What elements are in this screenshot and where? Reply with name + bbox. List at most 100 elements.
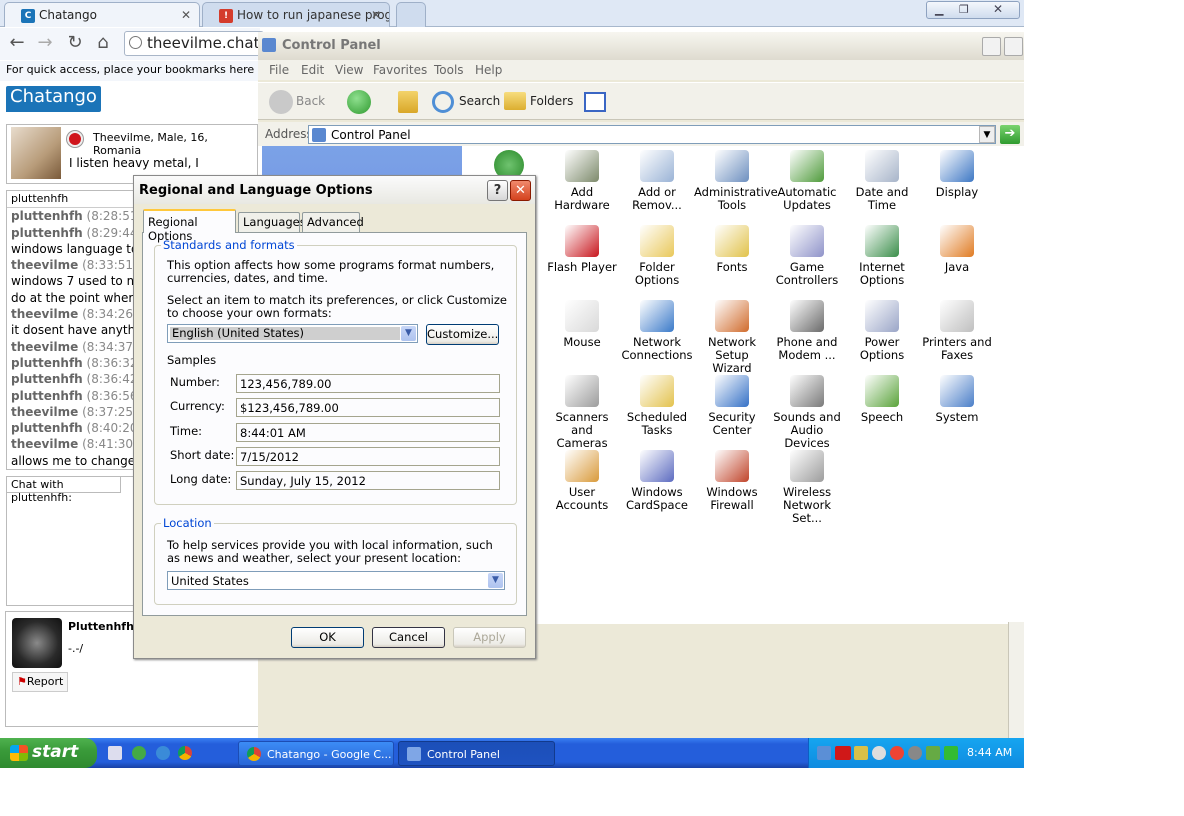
message-user[interactable]: theevilme: [11, 258, 78, 272]
cp-item[interactable]: Sounds and Audio Devices: [769, 375, 845, 450]
ati-tray-icon[interactable]: [835, 746, 851, 760]
folders-icon[interactable]: [504, 92, 526, 110]
tab-advanced[interactable]: Advanced: [302, 212, 364, 232]
apply-button[interactable]: Apply: [453, 627, 526, 648]
maximize-button[interactable]: [1004, 37, 1023, 56]
close-icon[interactable]: ✕: [371, 8, 381, 22]
cp-item[interactable]: Folder Options: [619, 225, 695, 287]
cp-item[interactable]: Fonts: [694, 225, 770, 274]
volume-tray-icon[interactable]: [908, 746, 922, 760]
cp-item[interactable]: Network Connections: [619, 300, 695, 362]
cp-item[interactable]: Windows CardSpace: [619, 450, 695, 512]
back-icon[interactable]: [269, 90, 293, 114]
cp-item[interactable]: Display: [919, 150, 995, 199]
go-arrow-icon[interactable]: ➔: [1000, 125, 1020, 144]
chevron-down-icon[interactable]: ▼: [401, 326, 416, 341]
tab-chatango[interactable]: C Chatango ✕: [4, 2, 200, 27]
minimize-icon[interactable]: ▁: [935, 3, 943, 16]
tab-regional-options[interactable]: Regional Options: [143, 209, 236, 243]
cp-item[interactable]: Add Hardware: [544, 150, 620, 212]
cp-item[interactable]: Printers and Faxes: [919, 300, 995, 362]
cp-item[interactable]: Security Center: [694, 375, 770, 437]
cp-item[interactable]: Automatic Updates: [769, 150, 845, 212]
menu-edit[interactable]: Edit: [301, 63, 324, 77]
up-folder-icon[interactable]: [398, 91, 418, 113]
chevron-down-icon[interactable]: ▼: [488, 573, 503, 588]
customize-button[interactable]: Customize...: [426, 324, 499, 345]
cp-item[interactable]: Phone and Modem ...: [769, 300, 845, 362]
cp-item[interactable]: Wireless Network Set...: [769, 450, 845, 525]
message-user[interactable]: theevilme: [11, 437, 78, 451]
format-select[interactable]: English (United States) ▼: [167, 324, 418, 343]
mail-tray-icon[interactable]: [854, 746, 868, 760]
help-icon[interactable]: ?: [487, 180, 508, 201]
cp-item[interactable]: Date and Time: [844, 150, 920, 212]
network-tray-icon[interactable]: [817, 746, 831, 760]
cp-item[interactable]: Administrative Tools: [694, 150, 778, 212]
back-arrow-icon[interactable]: ←: [6, 32, 28, 53]
forward-arrow-icon[interactable]: →: [34, 32, 56, 53]
cp-item[interactable]: Mouse: [544, 300, 620, 349]
address-field[interactable]: Control Panel: [308, 125, 996, 144]
forward-icon[interactable]: [347, 90, 371, 114]
message-user[interactable]: theevilme: [11, 405, 78, 419]
message-user[interactable]: pluttenhfh: [11, 356, 83, 370]
antivirus-tray-icon[interactable]: [890, 746, 904, 760]
address-dropdown-icon[interactable]: ▼: [979, 126, 995, 143]
minimize-button[interactable]: [982, 37, 1001, 56]
restore-icon[interactable]: ❐: [959, 3, 969, 16]
safely-remove-tray-icon[interactable]: [944, 746, 958, 760]
cp-item[interactable]: Flash Player: [544, 225, 620, 274]
media-player-icon[interactable]: [132, 746, 146, 760]
internet-explorer-icon[interactable]: [156, 746, 170, 760]
ok-button[interactable]: OK: [291, 627, 364, 648]
message-user[interactable]: theevilme: [11, 340, 78, 354]
menu-help[interactable]: Help: [475, 63, 502, 77]
start-button[interactable]: start: [0, 738, 97, 768]
close-icon[interactable]: ✕: [510, 180, 531, 201]
message-user[interactable]: pluttenhfh: [11, 421, 83, 435]
tab-languages[interactable]: Languages: [238, 212, 306, 232]
update-tray-icon[interactable]: [926, 746, 940, 760]
cp-item[interactable]: Add or Remov...: [619, 150, 695, 212]
cp-item[interactable]: System: [919, 375, 995, 424]
cp-item[interactable]: User Accounts: [544, 450, 620, 512]
cp-item[interactable]: Scanners and Cameras: [544, 375, 620, 450]
cancel-button[interactable]: Cancel: [372, 627, 445, 648]
report-button[interactable]: ⚑Report: [12, 672, 69, 692]
message-user[interactable]: pluttenhfh: [11, 372, 83, 386]
show-desktop-icon[interactable]: [108, 746, 122, 760]
cp-item[interactable]: Windows Firewall: [694, 450, 770, 512]
back-button[interactable]: Back: [296, 94, 325, 108]
search-button[interactable]: Search: [459, 94, 500, 108]
message-user[interactable]: pluttenhfh: [11, 389, 83, 403]
chrome-icon[interactable]: [178, 746, 192, 760]
folders-button[interactable]: Folders: [530, 94, 573, 108]
content-scrollbar[interactable]: [1008, 622, 1024, 738]
home-icon[interactable]: ⌂: [92, 32, 114, 53]
avatar[interactable]: [11, 127, 61, 179]
chat-tab[interactable]: Chat with pluttenhfh:: [7, 477, 121, 504]
clock[interactable]: 8:44 AM: [967, 746, 1012, 759]
cp-item[interactable]: Internet Options: [844, 225, 920, 287]
close-window-icon[interactable]: ✕: [993, 2, 1003, 16]
new-tab-button[interactable]: [396, 2, 426, 27]
cp-item[interactable]: Power Options: [844, 300, 920, 362]
tab-japanese-program[interactable]: ! How to run japanese program ✕: [202, 2, 390, 27]
message-user[interactable]: theevilme: [11, 307, 78, 321]
address-bar[interactable]: theevilme.chatango: [124, 31, 264, 56]
messenger-tray-icon[interactable]: [872, 746, 886, 760]
search-icon[interactable]: [432, 91, 454, 113]
reload-icon[interactable]: ↻: [64, 32, 86, 53]
location-select[interactable]: United States ▼: [167, 571, 505, 590]
menu-view[interactable]: View: [335, 63, 363, 77]
menu-tools[interactable]: Tools: [434, 63, 464, 77]
message-user[interactable]: pluttenhfh: [11, 226, 83, 240]
cp-item[interactable]: Java: [919, 225, 995, 274]
other-avatar[interactable]: [12, 618, 62, 668]
views-icon[interactable]: [584, 92, 606, 112]
task-chatango[interactable]: Chatango - Google C...: [238, 741, 394, 766]
cp-item[interactable]: Speech: [844, 375, 920, 424]
cp-item[interactable]: Network Setup Wizard: [694, 300, 770, 375]
task-control-panel[interactable]: Control Panel: [398, 741, 555, 766]
